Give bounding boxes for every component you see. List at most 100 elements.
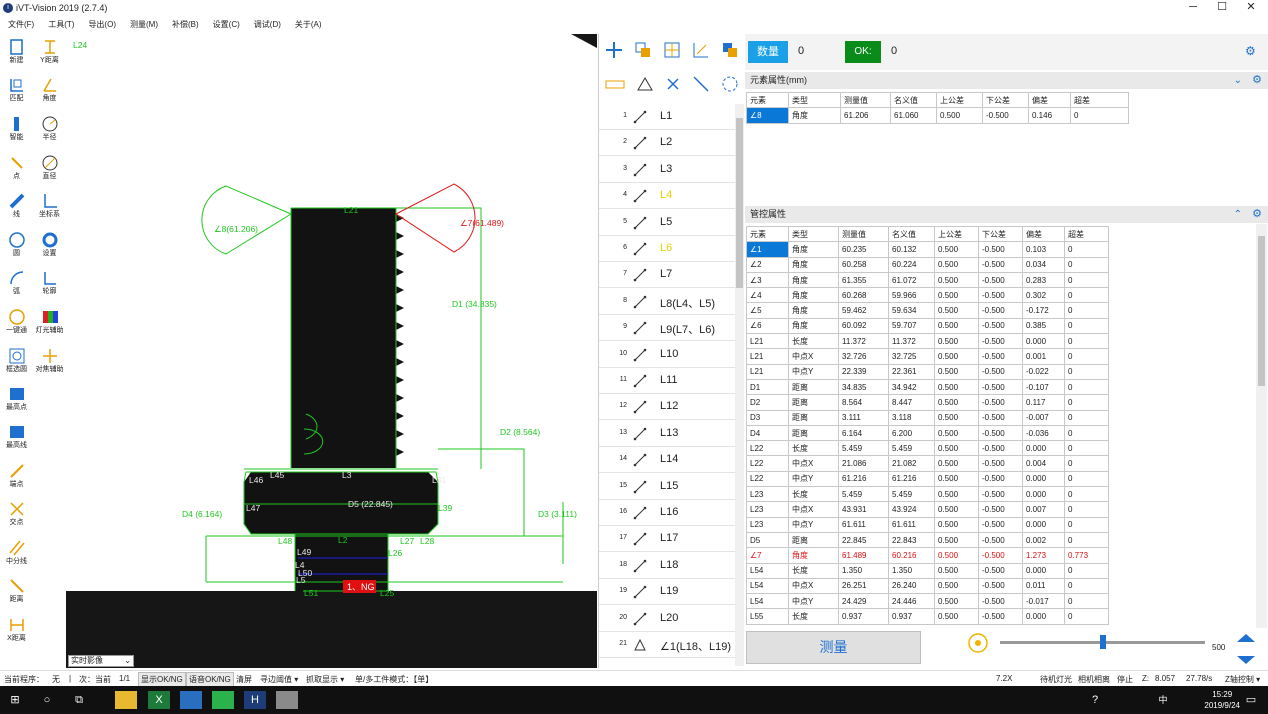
table-row[interactable]: D4 距离 6.164 6.200 0.500 -0.500 -0.036 0 [746, 424, 1109, 442]
list-item[interactable]: 5 L5 [599, 210, 735, 236]
list-item[interactable]: 19 L19 [599, 579, 735, 606]
tool-line[interactable]: 线 [0, 190, 33, 228]
table-row[interactable]: ∠5 角度 59.462 59.634 0.500 -0.500 -0.172 0 [746, 302, 1109, 319]
app-icon-gray[interactable] [276, 691, 298, 709]
move-icon[interactable] [605, 41, 623, 59]
tool-light-assist[interactable]: 灯光辅助 [33, 306, 66, 344]
standby-light-button[interactable]: 待机灯光 [1040, 674, 1072, 685]
show-okng-toggle[interactable]: 显示OK/NG [138, 672, 186, 687]
chevron-down-icon[interactable]: ⌄ [1234, 72, 1242, 89]
layers-icon[interactable] [721, 41, 739, 59]
feature-list-scrollbar[interactable] [735, 104, 744, 666]
camera-button[interactable]: 相机相离 [1078, 674, 1110, 685]
list-item[interactable]: 12 L12 [599, 394, 735, 421]
gear-icon[interactable]: ⚙ [1252, 206, 1262, 223]
table-row[interactable]: ∠8 角度 61.206 61.060 0.500 -0.500 0.146 0 [746, 107, 1129, 124]
view-mode-select[interactable]: 实时影像 ⌄ [68, 655, 134, 667]
list-item[interactable]: 20 L20 [599, 606, 735, 632]
tool-highest-line[interactable]: 最高线 [0, 421, 33, 459]
list-item[interactable]: 17 L17 [599, 526, 735, 553]
minimize-button[interactable]: ─ [1178, 0, 1208, 16]
list-item[interactable]: 13 L13 [599, 421, 735, 447]
tool-match[interactable]: 匹配 [0, 74, 33, 112]
list-item[interactable]: 2 L2 [599, 130, 735, 157]
excel-icon[interactable]: X [148, 691, 170, 709]
list-item[interactable]: 21 ∠1(L18、L19) [599, 632, 735, 658]
table-row[interactable]: L54 中点Y 24.429 24.446 0.500 -0.500 -0.017 0 [746, 593, 1109, 610]
list-item[interactable]: 11 L11 [599, 368, 735, 394]
grid-icon[interactable] [663, 41, 681, 59]
table-row[interactable]: L21 中点X 32.726 32.725 0.500 -0.500 0.001 0 [746, 348, 1109, 365]
menu-settings[interactable]: 设置(C) [213, 19, 240, 30]
feature-list[interactable]: 1 L1 2 L2 3 L3 4 L4 5 L5 6 L6 7 L7 8 L8(L4、L5) 9 L9(L7、L6… [599, 104, 735, 666]
table-row[interactable]: L21 长度 11.372 11.372 0.500 -0.500 0.000 0 [746, 333, 1109, 350]
tool-one-key[interactable]: 一键通 [0, 306, 33, 344]
list-item[interactable]: 18 L18 [599, 553, 735, 579]
triangle-icon[interactable] [636, 76, 654, 92]
light-slider-thumb[interactable] [1100, 635, 1106, 649]
wechat-icon[interactable] [212, 691, 234, 709]
stop-button[interactable]: 停止 [1117, 674, 1133, 685]
tool-settings[interactable]: 设置 [33, 229, 66, 267]
tool-smart[interactable]: 智能 [0, 113, 33, 151]
tool-coordinate[interactable]: 坐标系 [33, 190, 66, 228]
tool-intersection[interactable]: 交点 [0, 498, 33, 536]
app-icon-blue[interactable] [180, 691, 202, 709]
list-item[interactable]: 10 L10 [599, 342, 735, 368]
tool-new[interactable]: 新建 [0, 36, 33, 74]
table-row[interactable]: L23 中点X 43.931 43.924 0.500 -0.500 0.007 0 [746, 501, 1109, 518]
chevron-up-icon[interactable]: ⌃ [1234, 206, 1242, 223]
control-table-scrollbar[interactable] [1256, 224, 1267, 628]
table-row[interactable]: D1 距离 34.835 34.942 0.500 -0.500 -0.107 0 [746, 378, 1109, 396]
tool-box-circle[interactable]: 框选圆 [0, 345, 33, 383]
menu-tools[interactable]: 工具(T) [48, 19, 74, 30]
menu-measure[interactable]: 测量(M) [130, 19, 158, 30]
measure-button[interactable]: 测量 [746, 631, 921, 664]
arrow-up-icon[interactable] [1237, 634, 1255, 642]
table-row[interactable]: ∠4 角度 60.268 59.966 0.500 -0.500 0.302 0 [746, 287, 1109, 304]
voice-okng-toggle[interactable]: 语音OK/NG [186, 672, 234, 687]
table-row[interactable]: L22 中点Y 61.216 61.216 0.500 -0.500 0.000 0 [746, 470, 1109, 488]
tool-endpoint[interactable]: 端点 [0, 460, 33, 498]
table-row[interactable]: L22 长度 5.459 5.459 0.500 -0.500 0.000 0 [746, 440, 1109, 457]
list-item[interactable]: 7 L7 [599, 262, 735, 289]
list-item[interactable]: 15 L15 [599, 474, 735, 500]
ime-indicator[interactable]: 中 [1152, 691, 1174, 709]
gear-icon[interactable]: ⚙ [1245, 44, 1256, 58]
table-row[interactable]: L23 中点Y 61.611 61.611 0.500 -0.500 0.000 0 [746, 516, 1109, 533]
gear-icon[interactable]: ⚙ [1252, 72, 1262, 89]
tool-midline[interactable]: 中分线 [0, 537, 33, 575]
diagonal-line-icon[interactable] [692, 75, 710, 93]
tool-point[interactable]: 点 [0, 152, 33, 190]
tool-x-distance[interactable]: X距离 [0, 614, 33, 652]
list-item[interactable]: 1 L1 [599, 104, 735, 130]
edge-threshold-dropdown[interactable]: 寻边阈值 ▾ [260, 674, 298, 685]
table-row[interactable]: D5 距离 22.845 22.843 0.500 -0.500 0.002 0 [746, 531, 1109, 549]
menu-export[interactable]: 导出(O) [88, 19, 116, 30]
tool-y-distance[interactable]: Y距离 [33, 36, 66, 74]
copy-icon[interactable] [634, 41, 652, 59]
list-item[interactable]: 16 L16 [599, 500, 735, 526]
table-row[interactable]: ∠7 角度 61.489 60.216 0.500 -0.500 1.273 0.773 [746, 547, 1109, 564]
clock[interactable]: 15:29 2019/9/24 [1204, 689, 1240, 711]
table-row[interactable]: L23 长度 5.459 5.459 0.500 -0.500 0.000 0 [746, 486, 1109, 503]
tool-distance[interactable]: 距离 [0, 575, 33, 613]
arrow-down-icon[interactable] [1237, 656, 1255, 664]
z-axis-dropdown[interactable]: Z轴控制 ▾ [1225, 674, 1260, 685]
table-row[interactable]: D2 距离 8.564 8.447 0.500 -0.500 0.117 0 [746, 394, 1109, 411]
list-item[interactable]: 4 L4 [599, 183, 735, 210]
table-row[interactable]: L22 中点X 21.086 21.082 0.500 -0.500 0.004 0 [746, 455, 1109, 472]
list-item[interactable]: 8 L8(L4、L5) [599, 289, 735, 315]
tool-contour[interactable]: 轮廓 [33, 267, 66, 305]
clear-screen-button[interactable]: 清屏 [236, 674, 252, 685]
menu-debug[interactable]: 调试(D) [254, 19, 281, 30]
chart-icon[interactable] [692, 41, 710, 59]
circle-target-icon[interactable] [721, 75, 739, 93]
tool-radius[interactable]: 半径 [33, 113, 66, 151]
table-row[interactable]: L54 中点X 26.251 26.240 0.500 -0.500 0.011 0 [746, 577, 1109, 595]
list-item[interactable]: 3 L3 [599, 157, 735, 183]
menu-compensate[interactable]: 补偿(B) [172, 19, 199, 30]
task-view-icon[interactable]: ⧉ [68, 691, 90, 709]
table-row[interactable]: L55 长度 0.937 0.937 0.500 -0.500 0.000 0 [746, 608, 1109, 625]
maximize-button[interactable]: ☐ [1207, 0, 1237, 16]
